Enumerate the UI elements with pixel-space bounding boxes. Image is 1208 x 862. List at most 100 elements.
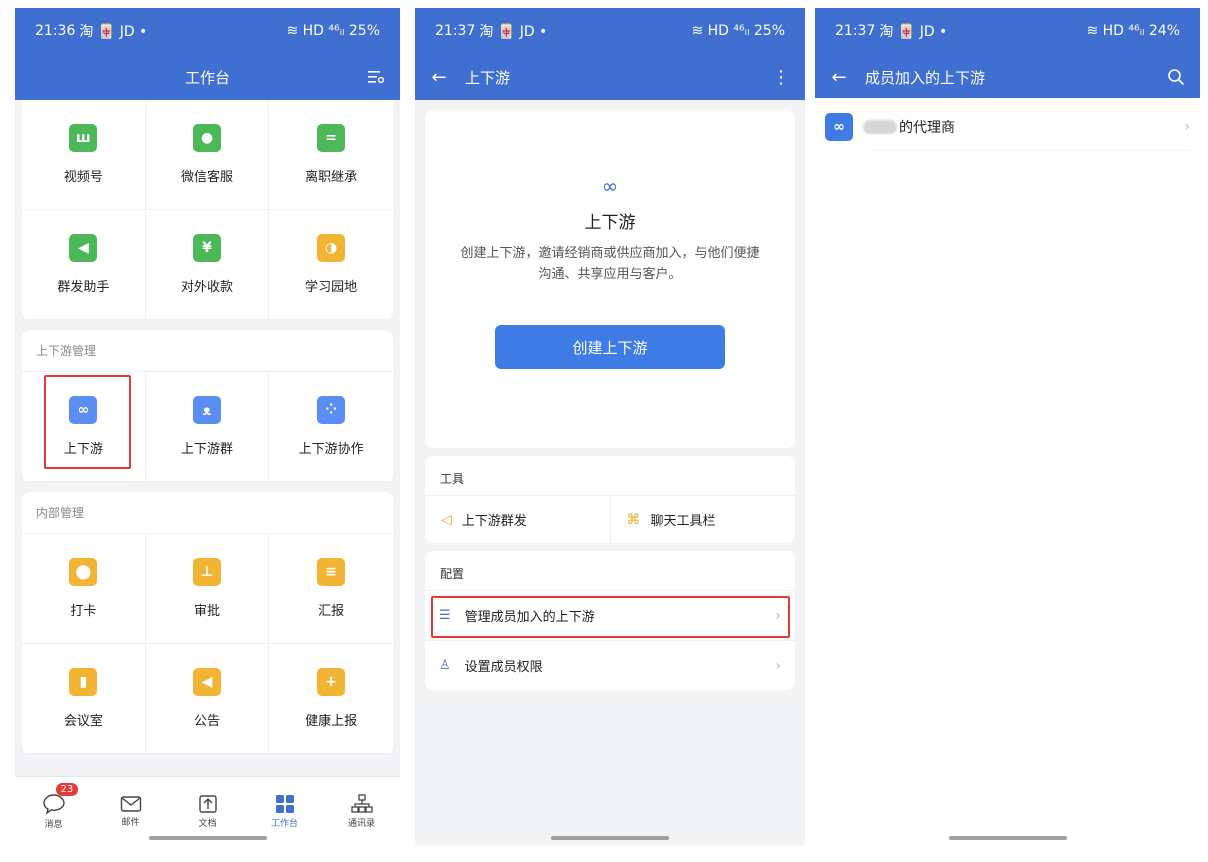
tool-broadcast[interactable]: ◁ 上下游群发 xyxy=(425,496,611,543)
status-bar: 21:37 淘 🀄 JD • ≋ HD ⁴⁶ᵢₗ 24% xyxy=(815,8,1200,54)
status-bar: 21:36 淘 🀄 JD • ≋ HD ⁴⁶ᵢₗ 25% xyxy=(15,8,400,54)
status-time: 21:37 xyxy=(435,23,476,39)
app-tile[interactable]: ⊥ 审批 xyxy=(145,534,270,644)
app-icon: = xyxy=(317,124,346,152)
app-tile[interactable]: ꟺ 视频号 xyxy=(22,100,146,210)
app-icon: ≡ xyxy=(317,558,346,586)
create-updown-button[interactable]: 创建上下游 xyxy=(495,325,725,369)
status-indicators: ≋ HD ⁴⁶ᵢₗ 24% xyxy=(1086,23,1180,39)
divider xyxy=(871,150,1190,151)
tools-label: 工具 xyxy=(440,472,465,486)
screenshot-stage: 21:36 淘 🀄 JD • ≋ HD ⁴⁶ᵢₗ 25% 工作台 ꟺ 视频号 ● 微信客… xyxy=(0,0,1208,862)
tab-messages[interactable]: 23 消息 xyxy=(15,777,92,846)
highlight-box xyxy=(431,596,790,638)
app-tile[interactable]: ◀ 群发助手 xyxy=(22,210,146,320)
app-tile[interactable]: ⬤ 打卡 xyxy=(22,534,146,644)
tool-chat-toolbar[interactable]: ⌘ 聊天工具栏 xyxy=(611,496,796,543)
app-bar: 21:36 淘 🀄 JD • ≋ HD ⁴⁶ᵢₗ 25% 工作台 xyxy=(15,8,400,100)
user-settings-icon: ♙ xyxy=(439,658,451,673)
status-time: 21:37 xyxy=(835,23,876,39)
app-icon: ¥ xyxy=(192,234,221,262)
app-label: 对外收款 xyxy=(180,280,233,295)
app-label: 健康上报 xyxy=(305,714,358,729)
intro-title: 上下游 xyxy=(584,213,636,233)
app-icon: ● xyxy=(192,124,221,152)
app-tile[interactable]: ᴥ 上下游群 xyxy=(145,372,270,482)
highlight-box xyxy=(44,375,131,469)
app-tile[interactable]: ≡ 汇报 xyxy=(269,534,393,644)
app-icon: ᴥ xyxy=(192,396,221,424)
tab-label: 邮件 xyxy=(121,818,140,828)
status-indicators: ≋ HD ⁴⁶ᵢₗ 25% xyxy=(286,23,380,39)
settings-list-icon[interactable] xyxy=(364,65,388,89)
app-label: 学习园地 xyxy=(305,280,358,295)
tab-label: 消息 xyxy=(44,820,63,830)
app-icon: ◀ xyxy=(69,234,98,262)
back-arrow-icon[interactable]: ← xyxy=(827,65,851,89)
more-vertical-icon[interactable]: ⋮ xyxy=(769,65,793,89)
app-icon: ꟺ xyxy=(69,124,98,152)
app-icon: ◑ xyxy=(317,234,346,262)
search-icon[interactable] xyxy=(1164,65,1188,89)
app-icon: ⬤ xyxy=(69,558,98,586)
link-icon: ∞ xyxy=(601,174,619,198)
app-label: 微信客服 xyxy=(180,170,233,185)
back-arrow-icon[interactable]: ← xyxy=(427,65,451,89)
blurred-name xyxy=(863,120,897,134)
app-icon: ▮ xyxy=(69,668,98,696)
mail-icon xyxy=(120,796,141,812)
workbench-screen: 21:36 淘 🀄 JD • ≋ HD ⁴⁶ᵢₗ 25% 工作台 ꟺ 视频号 ● 微信客… xyxy=(15,8,400,846)
command-icon: ⌘ xyxy=(626,511,641,528)
app-tile[interactable]: ◑ 学习园地 xyxy=(269,210,393,320)
unread-badge: 23 xyxy=(55,783,79,796)
megaphone-icon: ◁ xyxy=(441,511,452,528)
app-icon: ⁘ xyxy=(317,396,346,424)
app-label: 打卡 xyxy=(70,604,97,619)
app-label: 离职继承 xyxy=(305,170,358,185)
intro-card: ∞ 上下游 创建上下游，邀请经销商或供应商加入，与他们便捷沟通、共享应用与客户。… xyxy=(425,110,795,448)
app-label: 审批 xyxy=(193,604,220,619)
section-title-updown: 上下游管理 xyxy=(22,330,393,372)
home-indicator xyxy=(551,836,669,840)
app-icon: ◀ xyxy=(192,668,221,696)
section-title-internal: 内部管理 xyxy=(22,492,393,534)
apps-card: ꟺ 视频号 ● 微信客服 = 离职继承 ◀ 群发助手 ¥ 对外收款 ◑ 学习园地 xyxy=(22,100,393,320)
app-tile[interactable]: ⁘ 上下游协作 xyxy=(269,372,393,482)
updown-intro-screen: 21:37 淘 🀄 JD • ≋ HD ⁴⁶ᵢₗ 25% ← 上下游 ⋮ ∞ 上下… xyxy=(415,8,805,846)
app-label: 会议室 xyxy=(63,714,103,729)
list-item[interactable]: ∞ 的代理商 › xyxy=(815,104,1200,150)
app-label: 公告 xyxy=(193,714,220,729)
app-label: 视频号 xyxy=(63,170,103,185)
app-tile[interactable]: + 健康上报 xyxy=(269,644,393,754)
app-tile[interactable]: ▮ 会议室 xyxy=(22,644,146,754)
app-label: 上下游协作 xyxy=(298,442,364,457)
home-indicator xyxy=(948,836,1067,840)
tool-label: 聊天工具栏 xyxy=(650,514,716,529)
app-icon: + xyxy=(317,668,346,696)
status-bar: 21:37 淘 🀄 JD • ≋ HD ⁴⁶ᵢₗ 25% xyxy=(415,8,805,54)
org-chart-icon xyxy=(350,794,373,813)
status-apps: 淘 🀄 JD • xyxy=(79,24,148,40)
app-label: 汇报 xyxy=(318,604,345,619)
app-tile[interactable]: ◀ 公告 xyxy=(145,644,270,754)
grid-icon xyxy=(275,795,294,813)
app-tile[interactable]: ● 微信客服 xyxy=(145,100,270,210)
link-icon: ∞ xyxy=(825,113,853,141)
member-permission-row[interactable]: ♙ 设置成员权限 › xyxy=(425,640,795,690)
tab-contacts[interactable]: 通讯录 xyxy=(323,777,400,846)
chat-bubble-icon xyxy=(42,794,65,815)
app-tile[interactable]: = 离职继承 xyxy=(269,100,393,210)
chevron-right-icon: › xyxy=(1184,119,1190,135)
app-icon: ⊥ xyxy=(192,558,221,586)
status-time: 21:36 xyxy=(35,23,76,39)
status-apps: 淘 🀄 JD • xyxy=(479,24,548,40)
chevron-right-icon: › xyxy=(775,657,781,674)
page-title: 工作台 xyxy=(184,68,230,87)
intro-description: 创建上下游，邀请经销商或供应商加入，与他们便捷沟通、共享应用与客户。 xyxy=(460,246,760,282)
list-item-label: 的代理商 xyxy=(899,120,955,136)
app-tile[interactable]: ¥ 对外收款 xyxy=(145,210,270,320)
tool-label: 上下游群发 xyxy=(461,514,527,529)
app-label: 群发助手 xyxy=(57,280,110,295)
row-label: 设置成员权限 xyxy=(464,660,543,675)
app-label: 上下游群 xyxy=(180,442,233,457)
